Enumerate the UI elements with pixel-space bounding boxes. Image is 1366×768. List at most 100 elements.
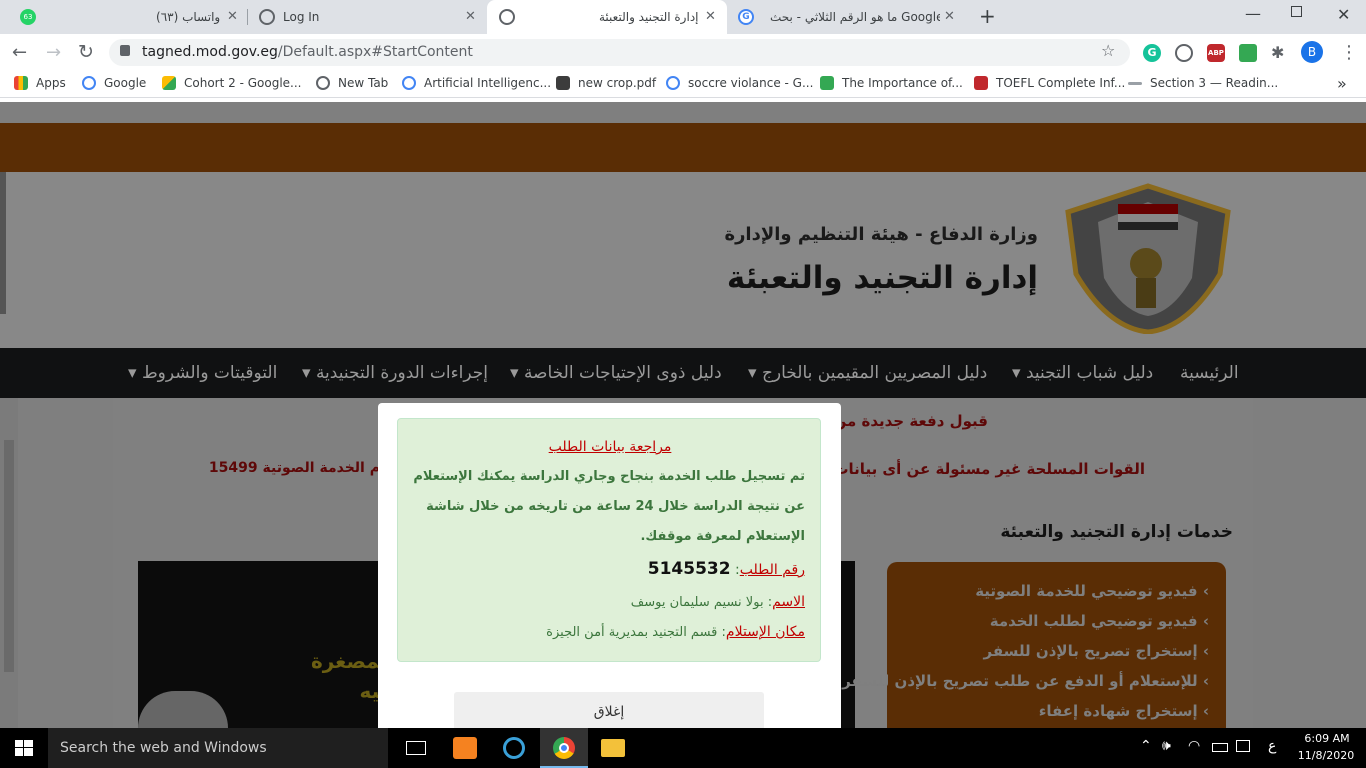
forward-button[interactable]: → xyxy=(46,42,61,63)
puzzle-icon[interactable]: ✱ xyxy=(1271,43,1284,62)
nav-abroad-guide[interactable]: ▾ دليل المصريين المقيمين بالخارج xyxy=(748,363,987,383)
tab-title: إدارة التجنيد والتعبئة xyxy=(599,10,699,24)
page-scrollbar[interactable] xyxy=(0,398,18,728)
clock-date[interactable]: 11/8/2020 xyxy=(1296,749,1356,762)
nav-youth-guide[interactable]: ▾ دليل شباب التجنيد xyxy=(1012,363,1153,383)
request-number-row: رقم الطلب: 5145532 xyxy=(647,559,805,579)
media-player-icon[interactable] xyxy=(503,737,525,759)
new-tab-button[interactable]: + xyxy=(979,4,996,28)
bookmark-ai[interactable]: Artificial Intelligenc... xyxy=(402,76,551,90)
name-value: بولا نسيم سليمان يوسف xyxy=(630,595,764,610)
xampp-icon[interactable] xyxy=(453,737,477,759)
bookmark-section3[interactable]: Section 3 — Readin... xyxy=(1128,76,1278,90)
pickup-place-row: مكان الإستلام: قسم التجنيد بمديرية أمن ا… xyxy=(546,624,805,640)
bookmark-google[interactable]: Google xyxy=(82,76,146,90)
task-view-icon[interactable] xyxy=(406,741,426,755)
tab-whatsapp[interactable]: 63 (٦٣) واتساب ✕ xyxy=(0,0,247,34)
close-modal-button[interactable]: إغلاق xyxy=(454,692,764,728)
tab-title: (٦٣) واتساب xyxy=(156,10,221,24)
close-icon[interactable]: ✕ xyxy=(465,9,476,24)
nav-home[interactable]: الرئيسية xyxy=(1180,363,1239,383)
google-icon xyxy=(82,76,96,90)
profile-avatar[interactable]: B xyxy=(1301,41,1323,63)
taskbar-search-placeholder: Search the web and Windows xyxy=(60,740,267,756)
chevron-up-icon[interactable]: ⌃ xyxy=(1140,738,1152,754)
site-icon xyxy=(974,76,988,90)
address-bar[interactable]: tagned.mod.gov.eg/Default.aspx#StartCont… xyxy=(109,39,1130,66)
back-button[interactable]: ← xyxy=(12,42,27,63)
taskbar-search-box[interactable]: Search the web and Windows xyxy=(48,728,388,768)
bookmark-toefl[interactable]: TOEFL Complete Inf... xyxy=(974,76,1125,90)
file-icon xyxy=(556,76,570,90)
bookmark-cohort[interactable]: Cohort 2 - Google... xyxy=(162,76,301,90)
service-item[interactable]: › فيديو توضيحي للخدمة الصوتية xyxy=(887,582,1209,600)
pickup-place-value: قسم التجنيد بمديرية أمن الجيزة xyxy=(546,625,718,640)
tab-google-search[interactable]: G ما هو الرقم الثلاثي - بحث Google ✕ xyxy=(728,0,968,34)
globe-icon xyxy=(316,76,330,90)
announcement-1: قبول دفعة جديدة من xyxy=(833,412,988,430)
nav-timings[interactable]: ▾ التوقيتات والشروط xyxy=(128,363,277,383)
chrome-taskbar-button[interactable] xyxy=(540,728,588,768)
google-icon: G xyxy=(738,9,754,25)
service-item[interactable]: › للإستعلام أو الدفع عن طلب تصريح بالإذن… xyxy=(842,672,1209,690)
close-icon[interactable]: ✕ xyxy=(227,9,238,24)
url-text: tagned.mod.gov.eg/Default.aspx#StartCont… xyxy=(142,44,473,60)
service-item[interactable]: › فيديو توضيحي لطلب الخدمة xyxy=(887,612,1209,630)
service-item[interactable]: › إستخراج تصريح بالإذن للسفر xyxy=(887,642,1209,660)
emblem-logo xyxy=(1065,183,1231,334)
scrollbar-thumb[interactable] xyxy=(4,440,14,672)
grammarly-icon[interactable]: G xyxy=(1143,44,1161,62)
nav-procedures[interactable]: ▾ إجراءات الدورة التجنيدية xyxy=(302,363,488,383)
bookmark-importance[interactable]: The Importance of... xyxy=(820,76,963,90)
services-title: خدمات إدارة التجنيد والتعبئة xyxy=(1000,522,1233,542)
bookmark-pdf[interactable]: new crop.pdf xyxy=(556,76,656,90)
file-explorer-icon[interactable] xyxy=(601,739,625,757)
site-title: إدارة التجنيد والتعبئة xyxy=(726,260,1038,296)
bookmark-newtab[interactable]: New Tab xyxy=(316,76,388,90)
adblock-icon[interactable]: ABP xyxy=(1207,44,1225,62)
action-center-icon[interactable] xyxy=(1236,740,1250,752)
service-item[interactable]: › إستخراج شهادة إعفاء xyxy=(887,702,1209,720)
extension-icon[interactable] xyxy=(1175,44,1193,62)
reload-button[interactable]: ↻ xyxy=(78,41,94,63)
close-icon[interactable]: ✕ xyxy=(705,9,716,24)
services-list: › فيديو توضيحي للخدمة الصوتية › فيديو تو… xyxy=(842,562,1226,728)
name-row: الاسم: بولا نسيم سليمان يوسف xyxy=(630,594,805,610)
left-edge-bar xyxy=(0,172,6,314)
nav-special-needs[interactable]: ▾ دليل ذوى الإحتياجات الخاصة xyxy=(510,363,722,383)
bookmark-soccer[interactable]: soccre violance - G... xyxy=(666,76,813,90)
lock-icon xyxy=(120,45,130,56)
clock-time[interactable]: 6:09 AM xyxy=(1299,732,1355,745)
tab-login[interactable]: Log In ✕ xyxy=(248,0,486,34)
input-language[interactable]: ع xyxy=(1268,738,1276,754)
more-bookmarks-button[interactable]: » xyxy=(1337,74,1347,93)
window-close-button[interactable]: ✕ xyxy=(1337,5,1350,24)
menu-icon[interactable]: ⋮ xyxy=(1340,42,1358,63)
site-icon xyxy=(1128,81,1142,85)
save-extension-icon[interactable] xyxy=(1239,44,1257,62)
minimize-button[interactable]: — xyxy=(1245,4,1261,23)
globe-icon xyxy=(499,9,515,25)
close-icon[interactable]: ✕ xyxy=(944,9,955,24)
top-banner xyxy=(0,123,1366,172)
windows-start-icon[interactable] xyxy=(15,740,33,756)
request-number-value: 5145532 xyxy=(647,559,731,579)
bookmark-apps[interactable]: Apps xyxy=(14,76,66,90)
modal-heading: مراجعة بيانات الطلب xyxy=(548,439,672,455)
pickup-place-label: مكان الإستلام xyxy=(725,624,805,640)
name-label: الاسم xyxy=(772,594,805,610)
modal-message-line: الإستعلام لمعرفة موقفك. xyxy=(640,529,805,544)
taskbar: Search the web and Windows ⌃ 🕪 ◠ ع 6:09 … xyxy=(0,728,1366,768)
star-icon[interactable]: ☆ xyxy=(1101,41,1115,60)
banner-hand xyxy=(138,691,228,728)
drive-icon xyxy=(162,76,176,90)
apps-grid-icon xyxy=(14,76,28,90)
battery-icon[interactable] xyxy=(1212,743,1228,752)
tab-active[interactable]: إدارة التجنيد والتعبئة ✕ xyxy=(487,0,727,34)
site-header: وزارة الدفاع - هيئة التنظيم والإدارة إدا… xyxy=(0,172,1366,348)
restore-button[interactable] xyxy=(1291,6,1302,17)
site-subtitle: وزارة الدفاع - هيئة التنظيم والإدارة xyxy=(724,224,1038,245)
wifi-icon[interactable]: ◠ xyxy=(1188,738,1200,754)
volume-icon[interactable]: 🕪 xyxy=(1162,738,1171,754)
globe-icon xyxy=(259,9,275,25)
